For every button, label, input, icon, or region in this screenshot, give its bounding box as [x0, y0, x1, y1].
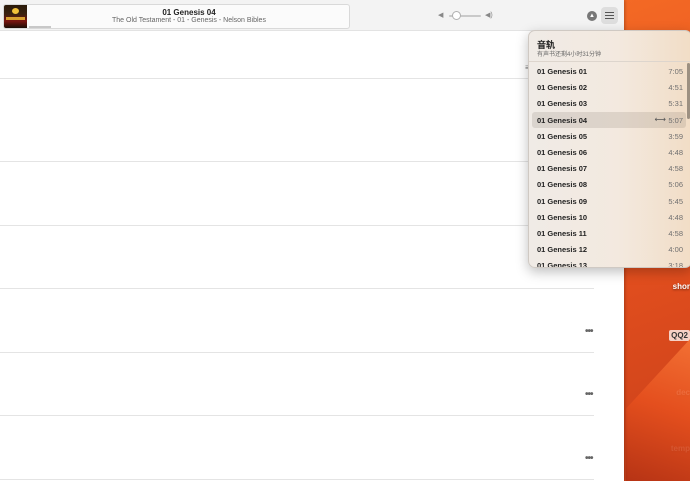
now-playing-title: 01 Genesis 04: [162, 8, 216, 17]
row-divider: [0, 288, 594, 289]
track-duration: 4:48: [668, 212, 683, 222]
track-duration: 7:05: [668, 67, 683, 76]
list-icon[interactable]: [601, 7, 618, 24]
track-duration: 5:31: [668, 99, 683, 109]
artwork-band: [6, 17, 25, 20]
track-name: 01 Genesis 10: [537, 212, 588, 222]
volume-high-icon: ◀): [485, 12, 493, 19]
track-name: 01 Genesis 11: [537, 229, 587, 238]
track-duration: 3:18: [668, 261, 683, 268]
volume-knob[interactable]: [451, 11, 461, 20]
track-name: 01 Genesis 02: [537, 83, 588, 93]
playback-progress[interactable]: [29, 26, 52, 28]
desktop-label[interactable]: temp: [671, 444, 690, 453]
row-divider: [0, 225, 594, 226]
track-duration: 4:00: [668, 245, 683, 255]
track-name: 01 Genesis 04: [537, 115, 588, 125]
track-row[interactable]: 01 Genesis 01 7:05: [532, 63, 686, 79]
track-row[interactable]: 01 Genesis 13 3:18: [532, 257, 686, 268]
list-icon-line: [605, 15, 614, 16]
row-divider: [0, 78, 594, 79]
track-row[interactable]: 01 Genesis 07 4:58: [532, 160, 686, 176]
more-button[interactable]: •••: [585, 389, 593, 400]
artwork-sun: [12, 8, 19, 14]
track-row[interactable]: 01 Genesis 10 4:48: [532, 209, 686, 225]
track-duration: 3:59: [668, 131, 683, 141]
track-name: 01 Genesis 01: [537, 67, 588, 76]
desktop-label[interactable]: dec: [676, 388, 690, 397]
track-duration: 4:51: [668, 83, 683, 93]
track-row[interactable]: 01 Genesis 06 4:48: [532, 144, 686, 160]
more-button[interactable]: •••: [585, 326, 593, 337]
popover-divider: [529, 61, 690, 62]
album-artwork[interactable]: [4, 5, 27, 28]
reorder-icon[interactable]: ⟷: [655, 115, 666, 124]
list-icon-line: [605, 18, 614, 19]
volume-low-icon: ◀: [438, 12, 444, 19]
track-name: 01 Genesis 07: [537, 164, 588, 174]
up-next-popover: 音轨 有声书还剩4小时31分钟 01 Genesis 01 7:05 01 Gene…: [528, 30, 690, 268]
track-row[interactable]: 01 Genesis 08 5:06: [532, 176, 686, 192]
track-row-current[interactable]: 01 Genesis 04 ⟷ 5:07: [532, 111, 686, 128]
track-name: 01 Genesis 12: [537, 245, 588, 255]
row-divider: [0, 415, 594, 416]
track-duration: 4:48: [668, 148, 683, 157]
track-row[interactable]: 01 Genesis 12 4:00: [532, 241, 686, 257]
desktop-label-selected[interactable]: QQ2: [669, 330, 690, 341]
track-duration: 5:07: [668, 115, 683, 125]
track-name: 01 Genesis 05: [537, 131, 588, 141]
track-row[interactable]: 01 Genesis 11 4:58: [532, 225, 686, 241]
track-name: 01 Genesis 08: [537, 180, 588, 190]
track-duration: 4:58: [668, 229, 683, 238]
airplay-icon[interactable]: ▲: [587, 11, 597, 21]
up-next-subtitle: 有声书还剩4小时31分钟: [537, 52, 602, 58]
track-name: 01 Genesis 06: [537, 148, 588, 157]
row-divider: [0, 352, 594, 353]
now-playing-subtitle: The Old Testament - 01 - Genesis - Nelso…: [112, 17, 266, 24]
track-name: 01 Genesis 09: [537, 196, 588, 206]
track-name: 01 Genesis 13: [537, 261, 588, 268]
toolbar: 01 Genesis 04 The Old Testament - 01 - G…: [0, 0, 624, 31]
track-row[interactable]: 01 Genesis 09 5:45: [532, 193, 686, 209]
track-name: 01 Genesis 03: [537, 99, 588, 109]
desktop-label[interactable]: shor: [673, 282, 690, 291]
track-row[interactable]: 01 Genesis 03 5:31: [532, 95, 686, 111]
row-divider: [0, 479, 594, 480]
track-duration: 5:45: [668, 196, 683, 206]
track-duration: 5:06: [668, 180, 683, 190]
more-button[interactable]: •••: [585, 453, 593, 464]
track-row[interactable]: 01 Genesis 05 3:59: [532, 128, 686, 144]
list-icon-line: [605, 12, 614, 13]
track-duration: 4:58: [668, 164, 683, 174]
row-divider: [0, 161, 594, 162]
track-row[interactable]: 01 Genesis 02 4:51: [532, 79, 686, 95]
now-playing-display[interactable]: 01 Genesis 04 The Old Testament - 01 - G…: [3, 4, 350, 29]
